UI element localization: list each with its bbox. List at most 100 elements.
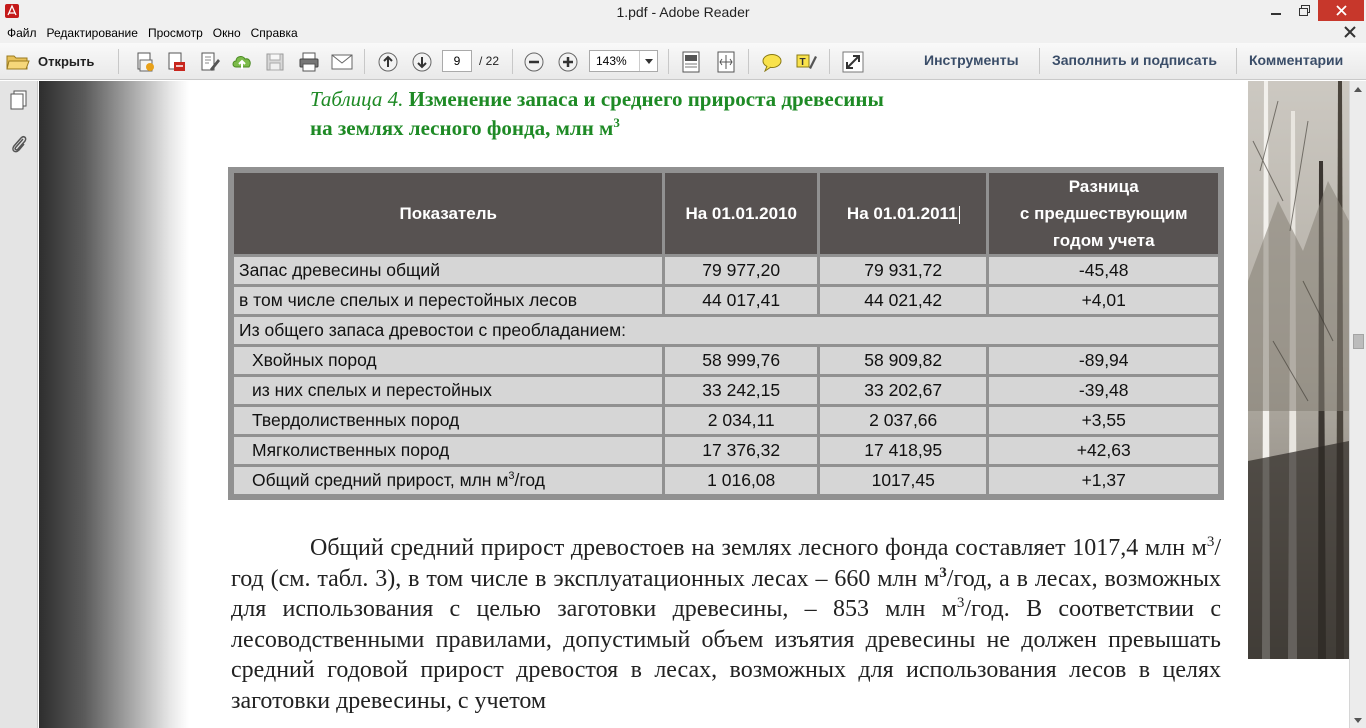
cell-2011: 1017,45 xyxy=(820,467,987,494)
fit-page-button[interactable] xyxy=(678,49,704,74)
table-row: Запас древесины общий 79 977,20 79 931,7… xyxy=(234,257,1218,284)
table-row: Общий средний прирост, млн м3/год 1 016,… xyxy=(234,467,1218,494)
scrollbar-thumb[interactable] xyxy=(1353,334,1364,349)
data-table: Показатель На 01.01.2010 На 01.01.2011 Р… xyxy=(228,167,1224,500)
vertical-scrollbar[interactable] xyxy=(1349,81,1366,728)
table-row: Хвойных пород 58 999,76 58 909,82 -89,94 xyxy=(234,347,1218,374)
toolbar-separator xyxy=(829,49,830,74)
header-difference-line3: годом учета xyxy=(1052,231,1155,250)
zoom-out-icon xyxy=(524,52,544,71)
restore-icon xyxy=(1298,5,1310,16)
cell-difference: -39,48 xyxy=(989,377,1218,404)
caption-sup: 3 xyxy=(613,115,620,130)
toolbar-separator xyxy=(1039,48,1040,74)
cell-2010: 1 016,08 xyxy=(665,467,817,494)
arrow-up-circle-icon xyxy=(378,52,398,71)
scroll-down-arrow-icon[interactable] xyxy=(1350,712,1366,728)
save-button[interactable] xyxy=(262,49,288,74)
print-button[interactable] xyxy=(296,49,322,74)
attachments-paperclip-icon[interactable] xyxy=(8,133,30,155)
row-label-suffix: /год xyxy=(514,470,545,490)
fit-width-icon xyxy=(717,51,735,72)
cell-difference: -89,94 xyxy=(989,347,1218,374)
cell-difference: -45,48 xyxy=(989,257,1218,284)
header-difference: Разница с предшествующим годом учета xyxy=(989,173,1218,254)
open-label: Открыть xyxy=(38,54,95,69)
zoom-out-button[interactable] xyxy=(521,49,547,74)
restore-button[interactable] xyxy=(1290,0,1318,21)
cell-2010: 17 376,32 xyxy=(665,437,817,464)
row-label: Общий средний прирост, млн м3/год xyxy=(234,467,663,494)
page-thumbnails-icon[interactable] xyxy=(8,89,30,111)
page-number-input[interactable]: 9 xyxy=(442,50,472,72)
comment-button[interactable] xyxy=(759,49,785,74)
row-label: Хвойных пород xyxy=(234,347,663,374)
row-label: Мягколиственных пород xyxy=(234,437,663,464)
cell-difference: +4,01 xyxy=(989,287,1218,314)
document-view[interactable]: Таблица 4. Изменение запаса и среднего п… xyxy=(39,81,1349,728)
create-pdf-icon xyxy=(137,52,154,71)
cell-2010: 44 017,41 xyxy=(665,287,817,314)
scroll-up-arrow-icon[interactable] xyxy=(1350,81,1366,97)
edit-pdf-button[interactable] xyxy=(197,49,223,74)
menu-edit[interactable]: Редактирование xyxy=(44,26,145,40)
save-icon xyxy=(266,53,284,70)
row-label: Запас древесины общий xyxy=(234,257,663,284)
paragraph-sup2: 3 xyxy=(939,564,947,581)
table-header-row: Показатель На 01.01.2010 На 01.01.2011 Р… xyxy=(234,173,1218,254)
chevron-down-icon[interactable] xyxy=(639,51,657,71)
next-page-button[interactable] xyxy=(409,49,435,74)
page-shadow xyxy=(39,81,189,728)
toolbar-separator xyxy=(748,49,749,74)
row-label: из них спелых и перестойных xyxy=(234,377,663,404)
cell-difference: +42,63 xyxy=(989,437,1218,464)
zoom-in-button[interactable] xyxy=(555,49,581,74)
toolbar-separator xyxy=(118,49,119,74)
table-row: Твердолиственных пород 2 034,11 2 037,66… xyxy=(234,407,1218,434)
header-indicator: Показатель xyxy=(234,173,663,254)
email-button[interactable] xyxy=(328,49,356,74)
fit-page-icon xyxy=(682,51,700,72)
header-difference-line2: с предшествующим xyxy=(1019,204,1188,223)
close-document-icon[interactable] xyxy=(1343,25,1357,39)
cloud-upload-icon xyxy=(232,55,251,69)
cell-2010: 58 999,76 xyxy=(665,347,817,374)
menu-file[interactable]: Файл xyxy=(4,26,44,40)
create-pdf-button[interactable] xyxy=(132,49,158,74)
arrow-down-circle-icon xyxy=(412,52,432,71)
body-paragraph: Общий средний прирост древостоев на земл… xyxy=(231,533,1221,716)
menu-window[interactable]: Окно xyxy=(210,26,248,40)
speech-bubble-icon xyxy=(762,53,782,72)
title-bar: 1.pdf - Adobe Reader xyxy=(0,0,1366,23)
fit-width-button[interactable] xyxy=(713,49,739,74)
zoom-value: 143% xyxy=(596,54,627,68)
tools-button[interactable]: Инструменты xyxy=(924,52,1019,68)
minimize-button[interactable] xyxy=(1262,0,1290,21)
comments-button[interactable]: Комментарии xyxy=(1249,52,1343,68)
paragraph-part1: Общий средний прирост древостоев на земл… xyxy=(310,535,1207,561)
toolbar-separator xyxy=(364,49,365,74)
highlight-marker-icon: T xyxy=(796,54,817,69)
highlight-text-button[interactable]: T xyxy=(793,49,819,74)
zoom-select[interactable]: 143% xyxy=(589,50,658,72)
upload-button[interactable] xyxy=(229,49,255,74)
full-screen-button[interactable] xyxy=(840,49,866,74)
close-button[interactable] xyxy=(1318,0,1364,21)
cell-difference: +1,37 xyxy=(989,467,1218,494)
header-2011-text: На 01.01.2011 xyxy=(846,204,958,223)
caption-line2: на землях лесного фонда, млн м xyxy=(310,116,614,140)
edit-document-icon xyxy=(201,52,220,71)
cell-2010: 33 242,15 xyxy=(665,377,817,404)
open-button[interactable]: Открыть xyxy=(6,49,108,74)
export-pdf-icon xyxy=(168,52,185,71)
cell-2011: 79 931,72 xyxy=(820,257,987,284)
menu-view[interactable]: Просмотр xyxy=(145,26,210,40)
previous-page-button[interactable] xyxy=(375,49,401,74)
fill-and-sign-button[interactable]: Заполнить и подписать xyxy=(1052,52,1217,68)
export-pdf-button[interactable] xyxy=(164,49,190,74)
row-label: Твердолиственных пород xyxy=(234,407,663,434)
cell-2011: 2 037,66 xyxy=(820,407,987,434)
row-label-text: Общий средний прирост, млн м xyxy=(252,470,509,490)
envelope-icon xyxy=(331,54,353,69)
menu-help[interactable]: Справка xyxy=(248,26,305,40)
